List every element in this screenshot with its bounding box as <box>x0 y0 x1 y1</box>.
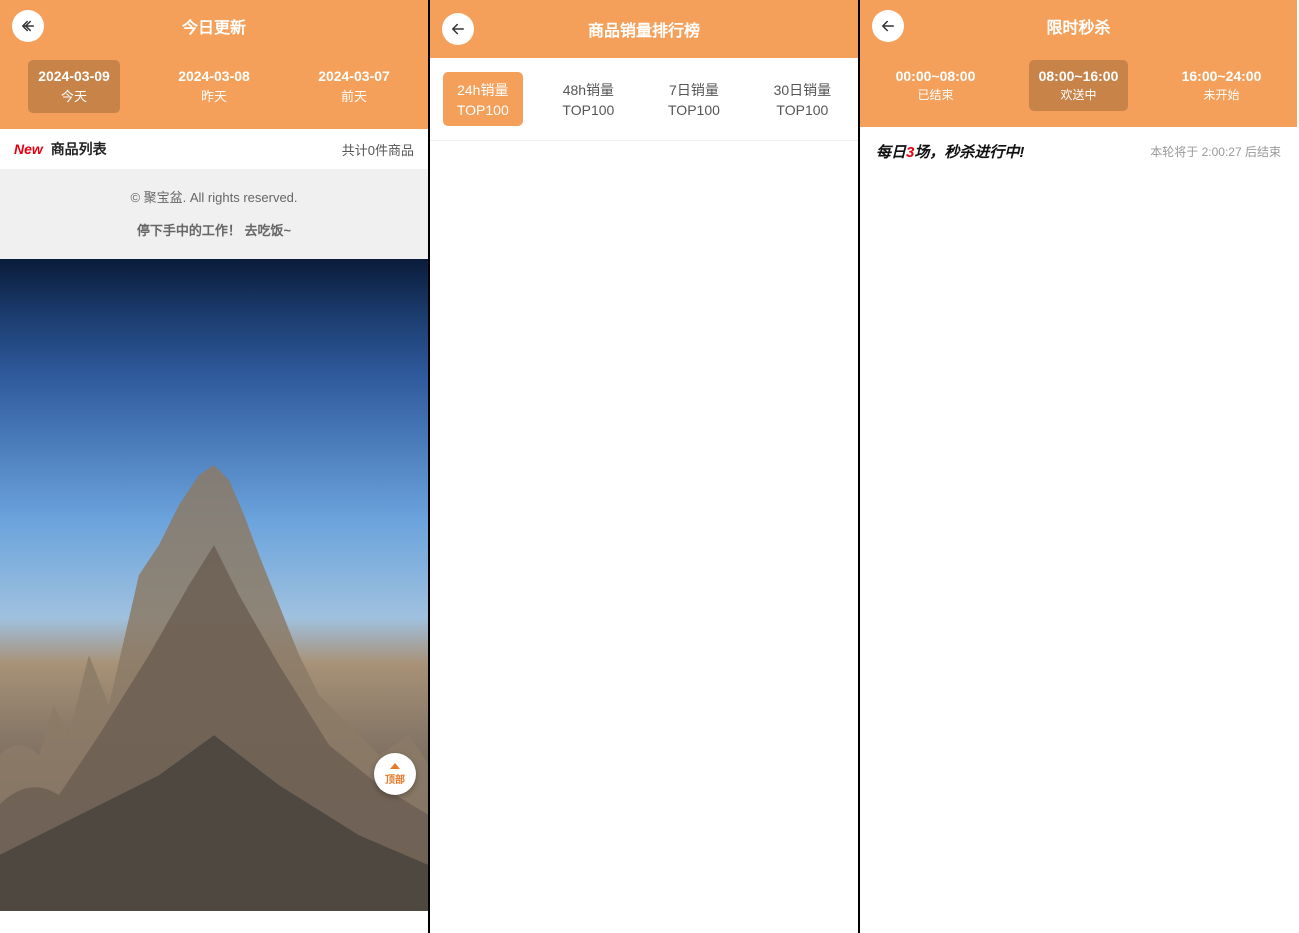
tab-7d-sales[interactable]: 7日销量 TOP100 <box>654 72 734 126</box>
panel-sales-ranking: 商品销量排行榜 24h销量 TOP100 48h销量 TOP100 7日销量 T… <box>430 0 860 933</box>
back-button[interactable] <box>12 10 44 42</box>
footer-message: 停下手中的工作！ 去吃饭~ <box>10 220 418 239</box>
tab-time-range: 16:00~24:00 <box>1182 68 1262 84</box>
tab-time-range: 08:00~16:00 <box>1039 68 1119 84</box>
flash-sale-info-row: 每日3场，秒杀进行中! 本轮将于 2:00:27 后结束 <box>860 127 1297 176</box>
time-slot-tabs: 00:00~08:00 已结束 08:00~16:00 欢送中 16:00~24… <box>860 52 1297 127</box>
chevron-up-icon <box>390 763 400 769</box>
tab-label: 7日销量 <box>669 80 719 100</box>
tab-status: 已结束 <box>917 86 953 103</box>
date-tabs: 2024-03-09 今天 2024-03-08 昨天 2024-03-07 前… <box>0 52 428 129</box>
hero-image: 顶部 <box>0 259 428 911</box>
list-title-wrap: New 商品列表 <box>14 139 107 159</box>
slogan-suffix: 场，秒杀进行中! <box>914 144 1024 161</box>
tab-24h-sales[interactable]: 24h销量 TOP100 <box>443 72 523 126</box>
tab-date-label: 2024-03-09 <box>38 68 110 84</box>
arrow-left-icon <box>879 17 897 35</box>
tab-date-sub: 前天 <box>341 86 367 105</box>
page-title: 今日更新 <box>0 14 428 38</box>
ranking-tabs: 24h销量 TOP100 48h销量 TOP100 7日销量 TOP100 30… <box>430 58 858 141</box>
timer-suffix: 后结束 <box>1242 145 1281 159</box>
panel-flash-sale: 限时秒杀 00:00~08:00 已结束 08:00~16:00 欢送中 16:… <box>860 0 1297 933</box>
back-button[interactable] <box>872 10 904 42</box>
list-title: 商品列表 <box>51 141 107 157</box>
rock-formation-icon <box>0 455 428 911</box>
tab-date-sub: 昨天 <box>201 86 227 105</box>
timer-prefix: 本轮将于 <box>1150 145 1201 159</box>
copyright-text: © 聚宝盆. All rights reserved. <box>10 187 418 206</box>
tab-date-label: 2024-03-08 <box>178 68 250 84</box>
footer-block: © 聚宝盆. All rights reserved. 停下手中的工作！ 去吃饭… <box>0 169 428 259</box>
tab-status: 欢送中 <box>1060 86 1096 103</box>
timer-value: 2:00:27 <box>1202 145 1242 159</box>
list-header: New 商品列表 共计0件商品 <box>0 129 428 169</box>
header: 商品销量排行榜 <box>430 0 858 58</box>
tab-30d-sales[interactable]: 30日销量 TOP100 <box>760 72 846 126</box>
tab-date-label: 2024-03-07 <box>318 68 390 84</box>
tab-slot-3[interactable]: 16:00~24:00 未开始 <box>1172 60 1272 111</box>
panel-today-updates: 今日更新 2024-03-09 今天 2024-03-08 昨天 2024-03… <box>0 0 430 933</box>
item-count: 共计0件商品 <box>342 140 414 159</box>
header: 限时秒杀 <box>860 0 1297 52</box>
tab-label: 24h销量 <box>457 80 508 100</box>
countdown-text: 本轮将于 2:00:27 后结束 <box>1150 143 1281 160</box>
tab-slot-1[interactable]: 00:00~08:00 已结束 <box>886 60 986 111</box>
fab-label: 顶部 <box>385 771 405 786</box>
tab-48h-sales[interactable]: 48h销量 TOP100 <box>548 72 628 126</box>
arrow-left-icon <box>19 17 37 35</box>
tab-date-daybefore[interactable]: 2024-03-07 前天 <box>308 60 400 113</box>
tab-sublabel: TOP100 <box>668 102 720 118</box>
tab-sublabel: TOP100 <box>776 102 828 118</box>
scroll-to-top-button[interactable]: 顶部 <box>374 753 416 795</box>
flash-sale-slogan: 每日3场，秒杀进行中! <box>876 141 1024 162</box>
back-button[interactable] <box>442 13 474 45</box>
tab-date-sub: 今天 <box>61 86 87 105</box>
page-title: 商品销量排行榜 <box>430 17 858 41</box>
tab-date-yesterday[interactable]: 2024-03-08 昨天 <box>168 60 260 113</box>
tab-sublabel: TOP100 <box>457 102 509 118</box>
tab-sublabel: TOP100 <box>562 102 614 118</box>
new-badge: New <box>14 141 43 157</box>
tab-label: 30日销量 <box>774 80 832 100</box>
tab-date-today[interactable]: 2024-03-09 今天 <box>28 60 120 113</box>
page-title: 限时秒杀 <box>860 14 1297 38</box>
arrow-left-icon <box>449 20 467 38</box>
slogan-prefix: 每日 <box>876 144 906 161</box>
tab-slot-2[interactable]: 08:00~16:00 欢送中 <box>1029 60 1129 111</box>
tab-time-range: 00:00~08:00 <box>896 68 976 84</box>
tab-label: 48h销量 <box>563 80 614 100</box>
header: 今日更新 <box>0 0 428 52</box>
tab-status: 未开始 <box>1203 86 1239 103</box>
